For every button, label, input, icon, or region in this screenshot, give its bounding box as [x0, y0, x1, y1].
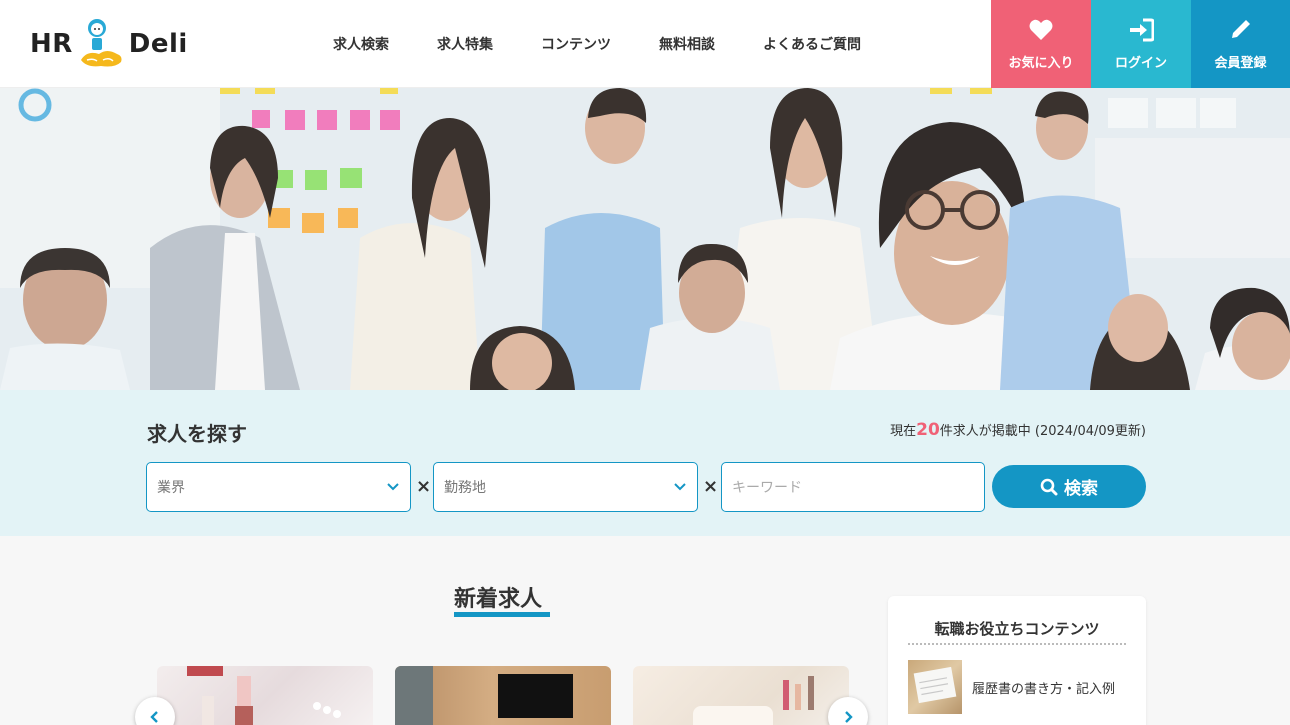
logo-text-deli: Deli: [128, 29, 188, 59]
hero-image: [0, 88, 1290, 390]
register-button[interactable]: 会員登録: [1191, 0, 1290, 88]
search-button-label: 検索: [1064, 479, 1098, 499]
nav-job-features[interactable]: 求人特集: [437, 34, 493, 54]
carousel-next-button[interactable]: [828, 697, 868, 725]
keyword-placeholder: キーワード: [732, 480, 802, 496]
status-prefix: 現在: [890, 424, 917, 439]
job-count: 20: [916, 420, 940, 440]
nav-free-consultation[interactable]: 無料相談: [659, 34, 715, 54]
nav-contents[interactable]: コンテンツ: [541, 34, 611, 54]
separator-times: ×: [703, 476, 719, 497]
register-label: 会員登録: [1214, 55, 1267, 71]
job-card-image: [693, 676, 814, 725]
location-placeholder: 勤務地: [444, 480, 486, 496]
job-count-status: 現在20件求人が掲載中 (2024/04/09更新): [890, 420, 1146, 440]
job-card[interactable]: [157, 666, 373, 725]
content-thumbnail: [908, 660, 962, 714]
site-logo[interactable]: HR Deli: [30, 16, 188, 72]
chevron-down-icon: [674, 483, 686, 491]
job-card-image: [187, 666, 341, 725]
side-panel-title: 転職お役立ちコンテンツ: [934, 620, 1100, 638]
login-button[interactable]: ログイン: [1091, 0, 1191, 88]
site-header: HR Deli 求人検索 求人特集 コンテンツ 無料相談 よくあるご質問 お気に…: [0, 0, 1290, 88]
chevron-right-icon: [845, 711, 853, 723]
pencil-icon: [1231, 19, 1250, 38]
search-icon: [1040, 478, 1058, 495]
heart-icon: [1029, 19, 1053, 40]
status-suffix: 件求人が掲載中 (2024/04/09更新): [939, 424, 1146, 439]
sign-in-icon: [1130, 18, 1154, 41]
location-select[interactable]: 勤務地: [433, 462, 698, 512]
chevron-down-icon: [387, 483, 399, 491]
chevron-left-icon: [150, 711, 158, 723]
job-search-panel: 求人を探す 現在20件求人が掲載中 (2024/04/09更新) 業界 × 勤務…: [0, 390, 1290, 536]
main-nav: 求人検索 求人特集 コンテンツ 無料相談 よくあるご質問: [333, 0, 909, 88]
nav-job-search[interactable]: 求人検索: [333, 34, 389, 54]
login-label: ログイン: [1114, 55, 1167, 71]
separator-times: ×: [416, 476, 432, 497]
content-link-resume[interactable]: 履歴書の書き方・記入例: [908, 660, 1115, 714]
dotted-divider: [908, 643, 1126, 645]
nav-faq[interactable]: よくあるご質問: [763, 34, 861, 54]
search-button[interactable]: 検索: [992, 465, 1146, 508]
industry-placeholder: 業界: [157, 480, 185, 496]
new-jobs-underline: [454, 612, 550, 617]
keyword-input[interactable]: キーワード: [721, 462, 985, 512]
search-title: 求人を探す: [147, 422, 247, 446]
favorites-label: お気に入り: [1008, 55, 1074, 71]
job-card[interactable]: [633, 666, 849, 725]
hero-team-photo: [0, 88, 1290, 390]
new-jobs-title: 新着求人: [454, 587, 543, 612]
content-link-label: 履歴書の書き方・記入例: [972, 681, 1116, 697]
resume-thumbnail-image: [913, 666, 957, 704]
favorites-button[interactable]: お気に入り: [991, 0, 1091, 88]
logo-text-hr: HR: [30, 29, 73, 59]
industry-select[interactable]: 業界: [146, 462, 411, 512]
job-card[interactable]: [395, 666, 611, 725]
career-contents-panel: 転職お役立ちコンテンツ 履歴書の書き方・記入例: [888, 596, 1146, 725]
mascot-icon: [80, 19, 122, 67]
job-card-image: [395, 666, 573, 725]
